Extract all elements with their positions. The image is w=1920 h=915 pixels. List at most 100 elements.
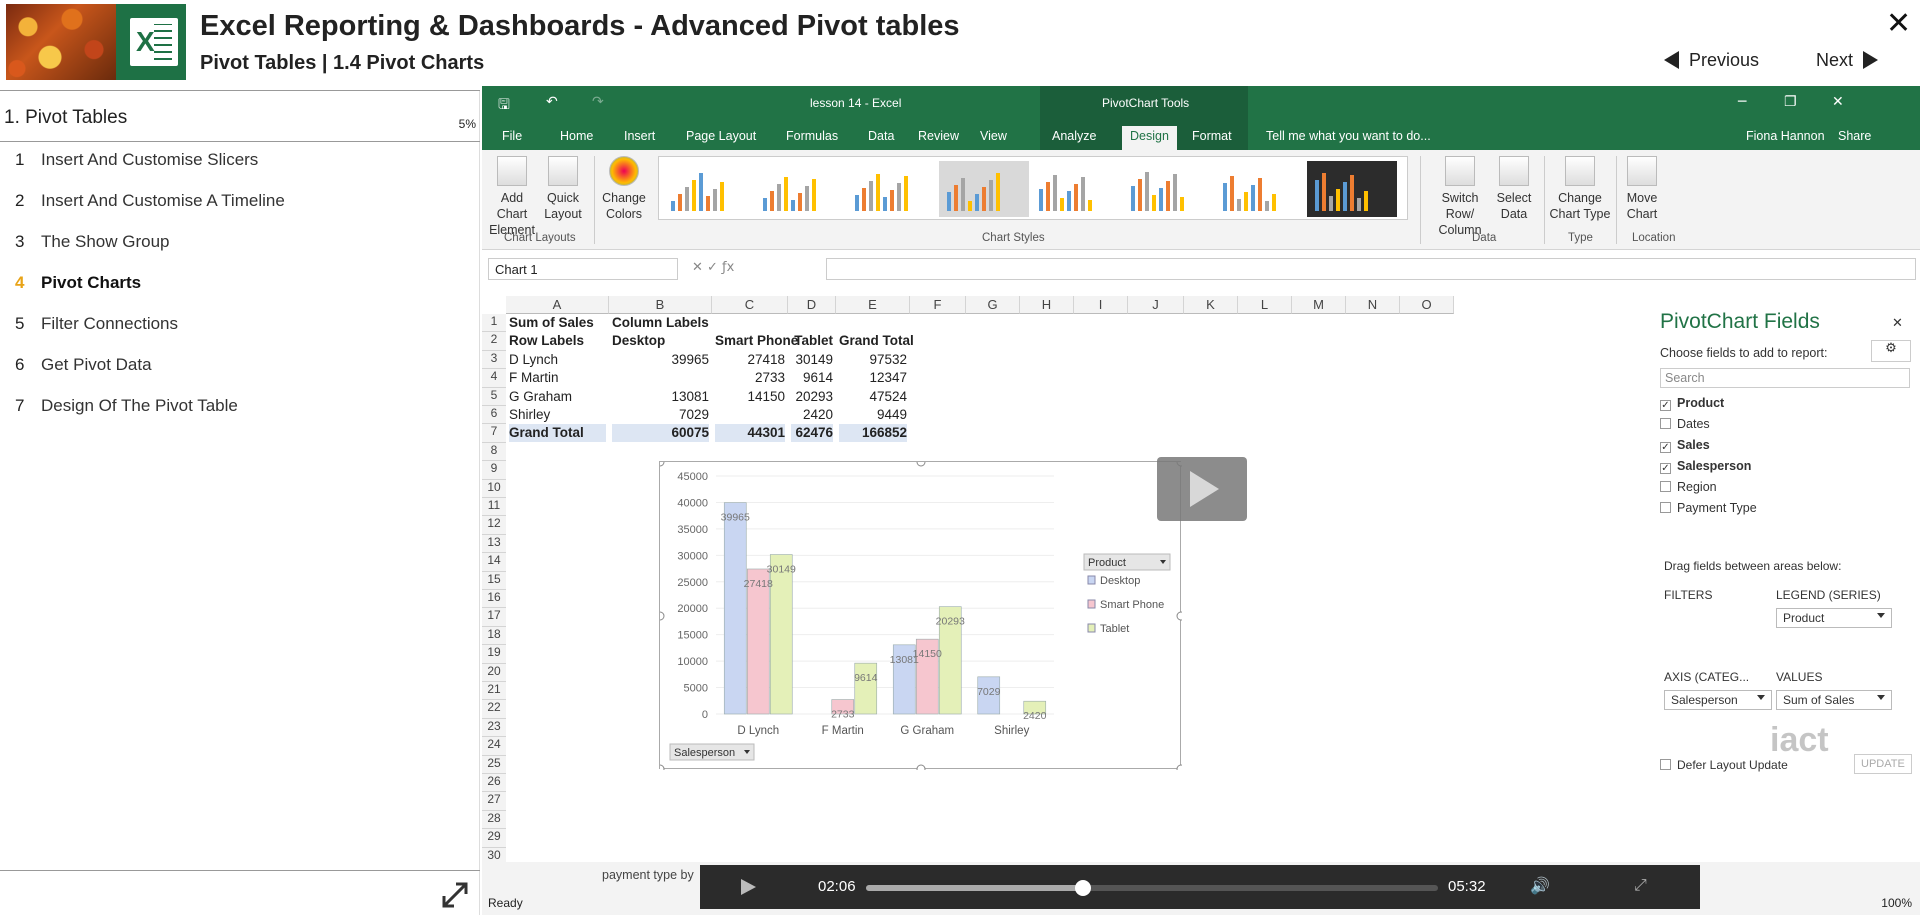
row-header[interactable]: 10 xyxy=(482,479,506,498)
row-header[interactable]: 4 xyxy=(482,369,506,388)
tab-page-layout[interactable]: Page Layout xyxy=(686,129,756,143)
chart-style-1[interactable] xyxy=(663,161,753,217)
row-header[interactable]: 13 xyxy=(482,534,506,554)
undo-icon[interactable]: ↶ xyxy=(546,94,558,110)
expand-icon[interactable] xyxy=(440,880,470,910)
section-header[interactable]: 1. Pivot Tables 5% xyxy=(0,90,480,142)
pivot-cell[interactable]: D Lynch xyxy=(509,351,606,369)
pivot-column-header[interactable]: Row Labels xyxy=(509,332,606,350)
next-button[interactable]: Next xyxy=(1816,50,1879,71)
pivot-cell[interactable]: 97532 xyxy=(839,351,907,369)
column-header-F[interactable]: F xyxy=(910,296,966,314)
column-header-E[interactable]: E xyxy=(836,296,910,314)
column-header-G[interactable]: G xyxy=(966,296,1020,314)
row-header[interactable]: 7 xyxy=(482,424,506,443)
user-name[interactable]: Fiona Hannon xyxy=(1746,129,1825,143)
row-header[interactable]: 18 xyxy=(482,626,506,646)
row-header[interactable]: 25 xyxy=(482,755,506,774)
field-salesperson[interactable]: ✓ Salesperson xyxy=(1660,459,1751,477)
row-header[interactable]: 28 xyxy=(482,810,506,830)
pivot-column-header[interactable]: Desktop xyxy=(612,332,709,350)
seek-bar[interactable] xyxy=(866,880,1438,896)
pivot-column-header[interactable]: Tablet xyxy=(791,332,833,350)
tab-formulas[interactable]: Formulas xyxy=(786,129,838,143)
row-header[interactable]: 2 xyxy=(482,332,506,351)
panel-close-icon[interactable]: ✕ xyxy=(1892,316,1903,331)
row-header[interactable]: 29 xyxy=(482,829,506,848)
tab-format[interactable]: Format xyxy=(1192,129,1232,143)
row-header[interactable]: 24 xyxy=(482,737,506,756)
grand-total-cell[interactable]: 60075 xyxy=(612,424,709,443)
update-button[interactable]: UPDATE xyxy=(1854,754,1912,774)
tab-analyze[interactable]: Analyze xyxy=(1052,129,1096,143)
column-header-H[interactable]: H xyxy=(1020,296,1074,314)
column-header-K[interactable]: K xyxy=(1184,296,1238,314)
checkbox-icon[interactable]: ✓ xyxy=(1660,442,1671,453)
worksheet-grid[interactable]: ABCDEFGHIJKLMNO 1 2 3 4 5 6 7 8 9 10 11 12 13 14 15 16 1… xyxy=(482,296,1642,866)
defer-layout-update[interactable]: Defer Layout Update xyxy=(1660,758,1788,772)
pivot-cell[interactable]: F Martin xyxy=(509,369,606,387)
row-header[interactable]: 23 xyxy=(482,718,506,738)
row-header[interactable]: 9 xyxy=(482,461,506,480)
chart-style-3[interactable] xyxy=(847,161,937,217)
tab-insert[interactable]: Insert xyxy=(624,129,655,143)
pivot-cell[interactable]: 13081 xyxy=(612,388,709,406)
row-header[interactable]: 21 xyxy=(482,682,506,701)
sidebar-lesson-4[interactable]: 4 Pivot Charts xyxy=(0,265,480,301)
pivot-cell[interactable]: 14150 xyxy=(715,388,785,406)
row-header[interactable]: 26 xyxy=(482,774,506,793)
seek-handle[interactable] xyxy=(1075,880,1092,896)
row-header[interactable]: 8 xyxy=(482,442,506,462)
field-sales[interactable]: ✓ Sales xyxy=(1660,438,1710,456)
add-chart-element-button[interactable]: Add Chart Element xyxy=(486,156,538,238)
close-icon[interactable]: ✕ xyxy=(1886,6,1911,41)
pivot-cell[interactable]: 47524 xyxy=(839,388,907,406)
column-header-I[interactable]: I xyxy=(1074,296,1128,314)
sidebar-lesson-2[interactable]: 2 Insert And Customise A Timeline xyxy=(0,183,480,219)
checkbox-icon[interactable] xyxy=(1660,418,1671,429)
row-header[interactable]: 17 xyxy=(482,608,506,627)
pivot-cell[interactable]: 2420 xyxy=(791,406,833,424)
sheet-tab[interactable]: payment type by xyxy=(602,868,694,882)
pivot-chart[interactable]: 45000 40000 35000 30000 25000 20000 15000 10000… xyxy=(655,457,1186,774)
chart-style-6[interactable] xyxy=(1123,161,1213,217)
column-header-A[interactable]: A xyxy=(506,296,609,314)
field-product[interactable]: ✓ Product xyxy=(1660,396,1724,414)
restore-icon[interactable]: ❐ xyxy=(1784,94,1797,110)
checkbox-icon[interactable]: ✓ xyxy=(1660,400,1671,411)
row-header[interactable]: 5 xyxy=(482,387,506,406)
fullscreen-icon[interactable]: ⤢ xyxy=(1634,875,1647,895)
tab-data[interactable]: Data xyxy=(868,129,894,143)
field-region[interactable]: Region xyxy=(1660,480,1717,498)
change-colors-button[interactable]: Change Colors xyxy=(598,156,650,222)
quick-layout-button[interactable]: Quick Layout xyxy=(540,156,586,222)
previous-button[interactable]: Previous xyxy=(1664,50,1759,71)
tab-design[interactable]: Design xyxy=(1122,126,1177,150)
column-header-D[interactable]: D xyxy=(788,296,836,314)
formula-input[interactable] xyxy=(826,258,1916,280)
chart-style-4[interactable] xyxy=(939,161,1029,217)
sidebar-lesson-1[interactable]: 1 Insert And Customise Slicers xyxy=(0,142,480,178)
row-header[interactable]: 27 xyxy=(482,792,506,811)
checkbox-icon[interactable]: ✓ xyxy=(1660,463,1671,474)
pivot-cell[interactable]: Shirley xyxy=(509,406,606,424)
row-header[interactable]: 19 xyxy=(482,645,506,664)
tab-review[interactable]: Review xyxy=(918,129,959,143)
pivot-column-header[interactable]: Smart Phone xyxy=(715,332,798,350)
play-button-icon[interactable] xyxy=(738,877,758,897)
window-close-icon[interactable]: ✕ xyxy=(1832,94,1844,110)
grand-total-cell[interactable]: 166852 xyxy=(839,424,907,443)
grand-total-cell[interactable]: Grand Total xyxy=(509,424,606,443)
gear-icon[interactable]: ⚙ xyxy=(1871,340,1911,362)
pivot-cell[interactable]: G Graham xyxy=(509,388,606,406)
fx-icon[interactable]: ✕ ✓ ƒx xyxy=(692,260,734,275)
column-header-O[interactable]: O xyxy=(1400,296,1454,314)
row-header[interactable]: 6 xyxy=(482,406,506,425)
row-header[interactable]: 22 xyxy=(482,700,506,719)
grand-total-cell[interactable]: 44301 xyxy=(715,424,785,443)
video-frame[interactable]: 🖫 ↶ ↷ lesson 14 - Excel PivotChart Tools… xyxy=(482,86,1920,915)
chart-styles-gallery[interactable] xyxy=(658,156,1408,220)
row-header[interactable]: 16 xyxy=(482,590,506,609)
column-header-C[interactable]: C xyxy=(712,296,788,314)
sidebar-lesson-3[interactable]: 3 The Show Group xyxy=(0,224,480,260)
